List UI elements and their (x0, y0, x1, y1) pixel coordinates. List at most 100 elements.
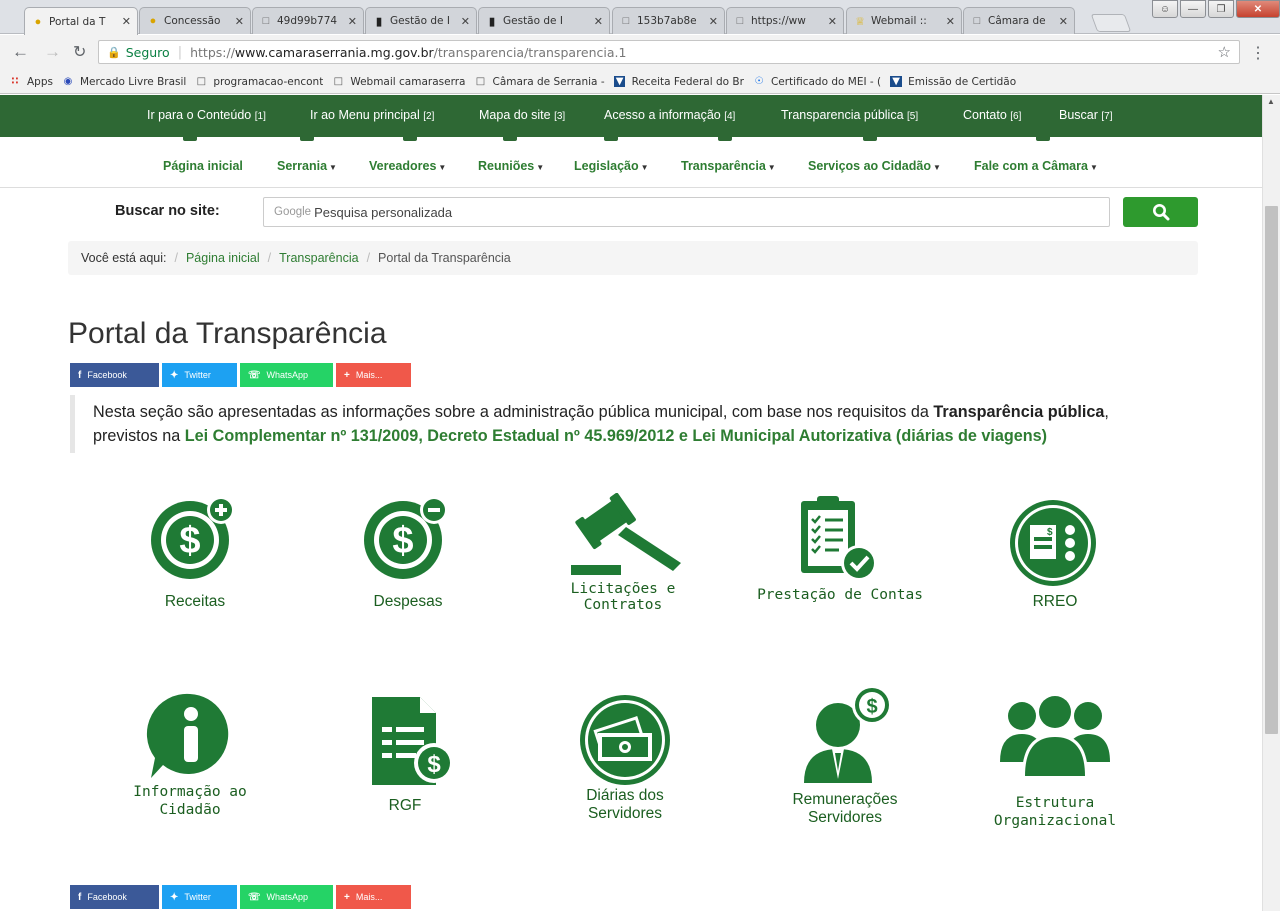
access-link-label: Ir ao Menu principal (310, 108, 420, 122)
browser-tab[interactable]: □ Câmara de ✕ (963, 7, 1075, 34)
share-label: Twitter (184, 892, 211, 902)
search-input[interactable]: Google Pesquisa personalizada (263, 197, 1110, 227)
info-icon (146, 693, 229, 778)
grid-item-remuneracoes[interactable]: $ Remunerações Servidores (765, 683, 925, 828)
browser-tab[interactable]: ▮ Gestão de I ✕ (365, 7, 477, 34)
restore-button[interactable]: ❐ (1208, 0, 1234, 18)
grid-item-licitacoes[interactable]: Licitações e Contratos (528, 493, 718, 613)
browser-tab[interactable]: □ 153b7ab8e ✕ (612, 7, 725, 34)
nav-item[interactable]: Reuniões ▼ (478, 159, 544, 173)
close-tab-icon[interactable]: ✕ (594, 15, 603, 28)
grid-item-estrutura[interactable]: Estrutura Organizacional (975, 692, 1135, 832)
access-link[interactable]: Buscar [7] (1059, 108, 1113, 122)
access-link[interactable]: Ir para o Conteúdo [1] (147, 108, 266, 122)
grid-item-prestacao[interactable]: Prestação de Contas (745, 493, 935, 613)
share-button[interactable]: ✦ Twitter (162, 363, 237, 387)
twitter-icon: ✦ (170, 891, 179, 903)
nav-item[interactable]: Legislação ▼ (574, 159, 649, 173)
grid-item-diarias[interactable]: Diárias dos Servidores (550, 687, 700, 827)
bookmark-star-icon[interactable]: ☆ (1218, 43, 1231, 61)
close-tab-icon[interactable]: ✕ (1059, 15, 1068, 28)
access-key: [2] (423, 111, 435, 122)
access-link[interactable]: Mapa do site [3] (479, 108, 565, 122)
browser-tab[interactable]: ♕ Webmail :: ✕ (846, 7, 962, 34)
caret-down-icon: ▼ (640, 163, 649, 172)
grid-label: Remunerações Servidores (792, 791, 898, 826)
back-icon[interactable]: ← (12, 42, 29, 62)
breadcrumb-link-transparencia[interactable]: Transparência (279, 251, 358, 265)
share-button[interactable]: + Mais... (336, 885, 411, 909)
breadcrumb-separator: / (267, 251, 272, 265)
browser-tab[interactable]: ▮ Gestão de I ✕ (478, 7, 610, 34)
scrollbar-thumb[interactable] (1265, 206, 1278, 734)
browser-tab[interactable]: □ https://ww ✕ (726, 7, 844, 34)
forward-icon[interactable]: → (44, 42, 61, 62)
access-link[interactable]: Contato [6] (963, 108, 1021, 122)
scroll-up-icon[interactable]: ▲ (1267, 97, 1275, 106)
browser-tab[interactable]: □ 49d99b774 ✕ (252, 7, 364, 34)
bookmark-item[interactable]: ▼ Emissão de Certidão (889, 75, 1016, 89)
close-window-button[interactable]: ✕ (1236, 0, 1280, 18)
access-link[interactable]: Acesso a informação [4] (604, 108, 735, 122)
close-tab-icon[interactable]: ✕ (946, 15, 955, 28)
bookmark-item[interactable]: □ Câmara de Serrania - (473, 75, 605, 89)
search-button[interactable] (1123, 197, 1198, 227)
breadcrumb-link-home[interactable]: Página inicial (186, 251, 260, 265)
share-button[interactable]: f Facebook (70, 363, 159, 387)
reload-icon[interactable]: ↻ (73, 42, 86, 62)
user-icon[interactable]: ☺ (1152, 0, 1178, 18)
access-link[interactable]: Ir ao Menu principal [2] (310, 108, 434, 122)
nav-item[interactable]: Serrania ▼ (277, 159, 337, 173)
bookmark-item[interactable]: ◉ Mercado Livre Brasil (61, 75, 187, 89)
page-scrollbar[interactable]: ▲ (1262, 95, 1280, 911)
nav-item[interactable]: Serviços ao Cidadão ▼ (808, 159, 941, 173)
intro-law-reference[interactable]: Lei Complementar nº 131/2009, Decreto Es… (185, 427, 1047, 445)
share-button[interactable]: + Mais... (336, 363, 411, 387)
caret-down-icon: ▼ (329, 163, 337, 172)
share-button[interactable]: ☏ WhatsApp (240, 885, 333, 909)
grid-item-rreo[interactable]: $ RREO (985, 493, 1125, 613)
mei-icon: ☉ (754, 76, 764, 87)
site-search: Buscar no site: Google Pesquisa personal… (0, 195, 1262, 229)
share-button[interactable]: ☏ WhatsApp (240, 363, 333, 387)
nav-item-label: Serviços ao Cidadão (808, 159, 931, 173)
share-label: WhatsApp (266, 370, 309, 380)
grid-item-receitas[interactable]: $ Receitas (125, 495, 265, 615)
bookmark-item[interactable]: ☉ Certificado do MEI - ( (752, 75, 881, 89)
browser-menu-icon[interactable]: ⋮ (1250, 43, 1266, 63)
close-tab-icon[interactable]: ✕ (828, 15, 837, 28)
new-tab-button[interactable] (1090, 14, 1132, 32)
share-button[interactable]: f Facebook (70, 885, 159, 909)
nav-item[interactable]: Página inicial (163, 159, 243, 173)
browser-tab[interactable]: ● Portal da T ✕ (24, 7, 138, 35)
google-prefix: Google (274, 206, 312, 218)
bookmark-label: programacao-encont (213, 75, 324, 88)
nav-item-label: Serrania (277, 159, 328, 173)
address-bar[interactable]: 🔒 Seguro | https:// www.camaraserrania.m… (98, 40, 1240, 64)
nav-top-icon (710, 131, 740, 151)
intro-bold-term: Transparência pública (933, 403, 1105, 421)
close-tab-icon[interactable]: ✕ (122, 15, 131, 28)
bookmark-item[interactable]: □ Webmail camaraserra (331, 75, 466, 89)
minimize-button[interactable]: — (1180, 0, 1206, 18)
grid-item-despesas[interactable]: $ Despesas (338, 495, 478, 615)
tab-title: Câmara de (988, 15, 1046, 27)
nav-item[interactable]: Vereadores ▼ (369, 159, 446, 173)
close-tab-icon[interactable]: ✕ (709, 15, 718, 28)
bookmark-item[interactable]: ▼ Receita Federal do Br (613, 75, 744, 89)
close-tab-icon[interactable]: ✕ (348, 15, 357, 28)
grid-item-rgf[interactable]: $ RGF (340, 693, 470, 823)
nav-item[interactable]: Transparência ▼ (681, 159, 776, 173)
close-tab-icon[interactable]: ✕ (461, 15, 470, 28)
access-key: [5] (907, 111, 919, 122)
bookmark-item[interactable]: □ programacao-encont (194, 75, 324, 89)
bookmark-label: Receita Federal do Br (631, 75, 744, 88)
bookmark-item[interactable]: ∷ Apps (8, 75, 53, 89)
nav-top-icon (395, 131, 425, 151)
browser-tab[interactable]: ● Concessão ✕ (139, 7, 251, 34)
nav-item[interactable]: Fale com a Câmara ▼ (974, 159, 1098, 173)
grid-item-informacao[interactable]: Informação ao Cidadão (110, 690, 270, 830)
share-button[interactable]: ✦ Twitter (162, 885, 237, 909)
access-link[interactable]: Transparencia pública [5] (781, 108, 918, 122)
close-tab-icon[interactable]: ✕ (235, 15, 244, 28)
